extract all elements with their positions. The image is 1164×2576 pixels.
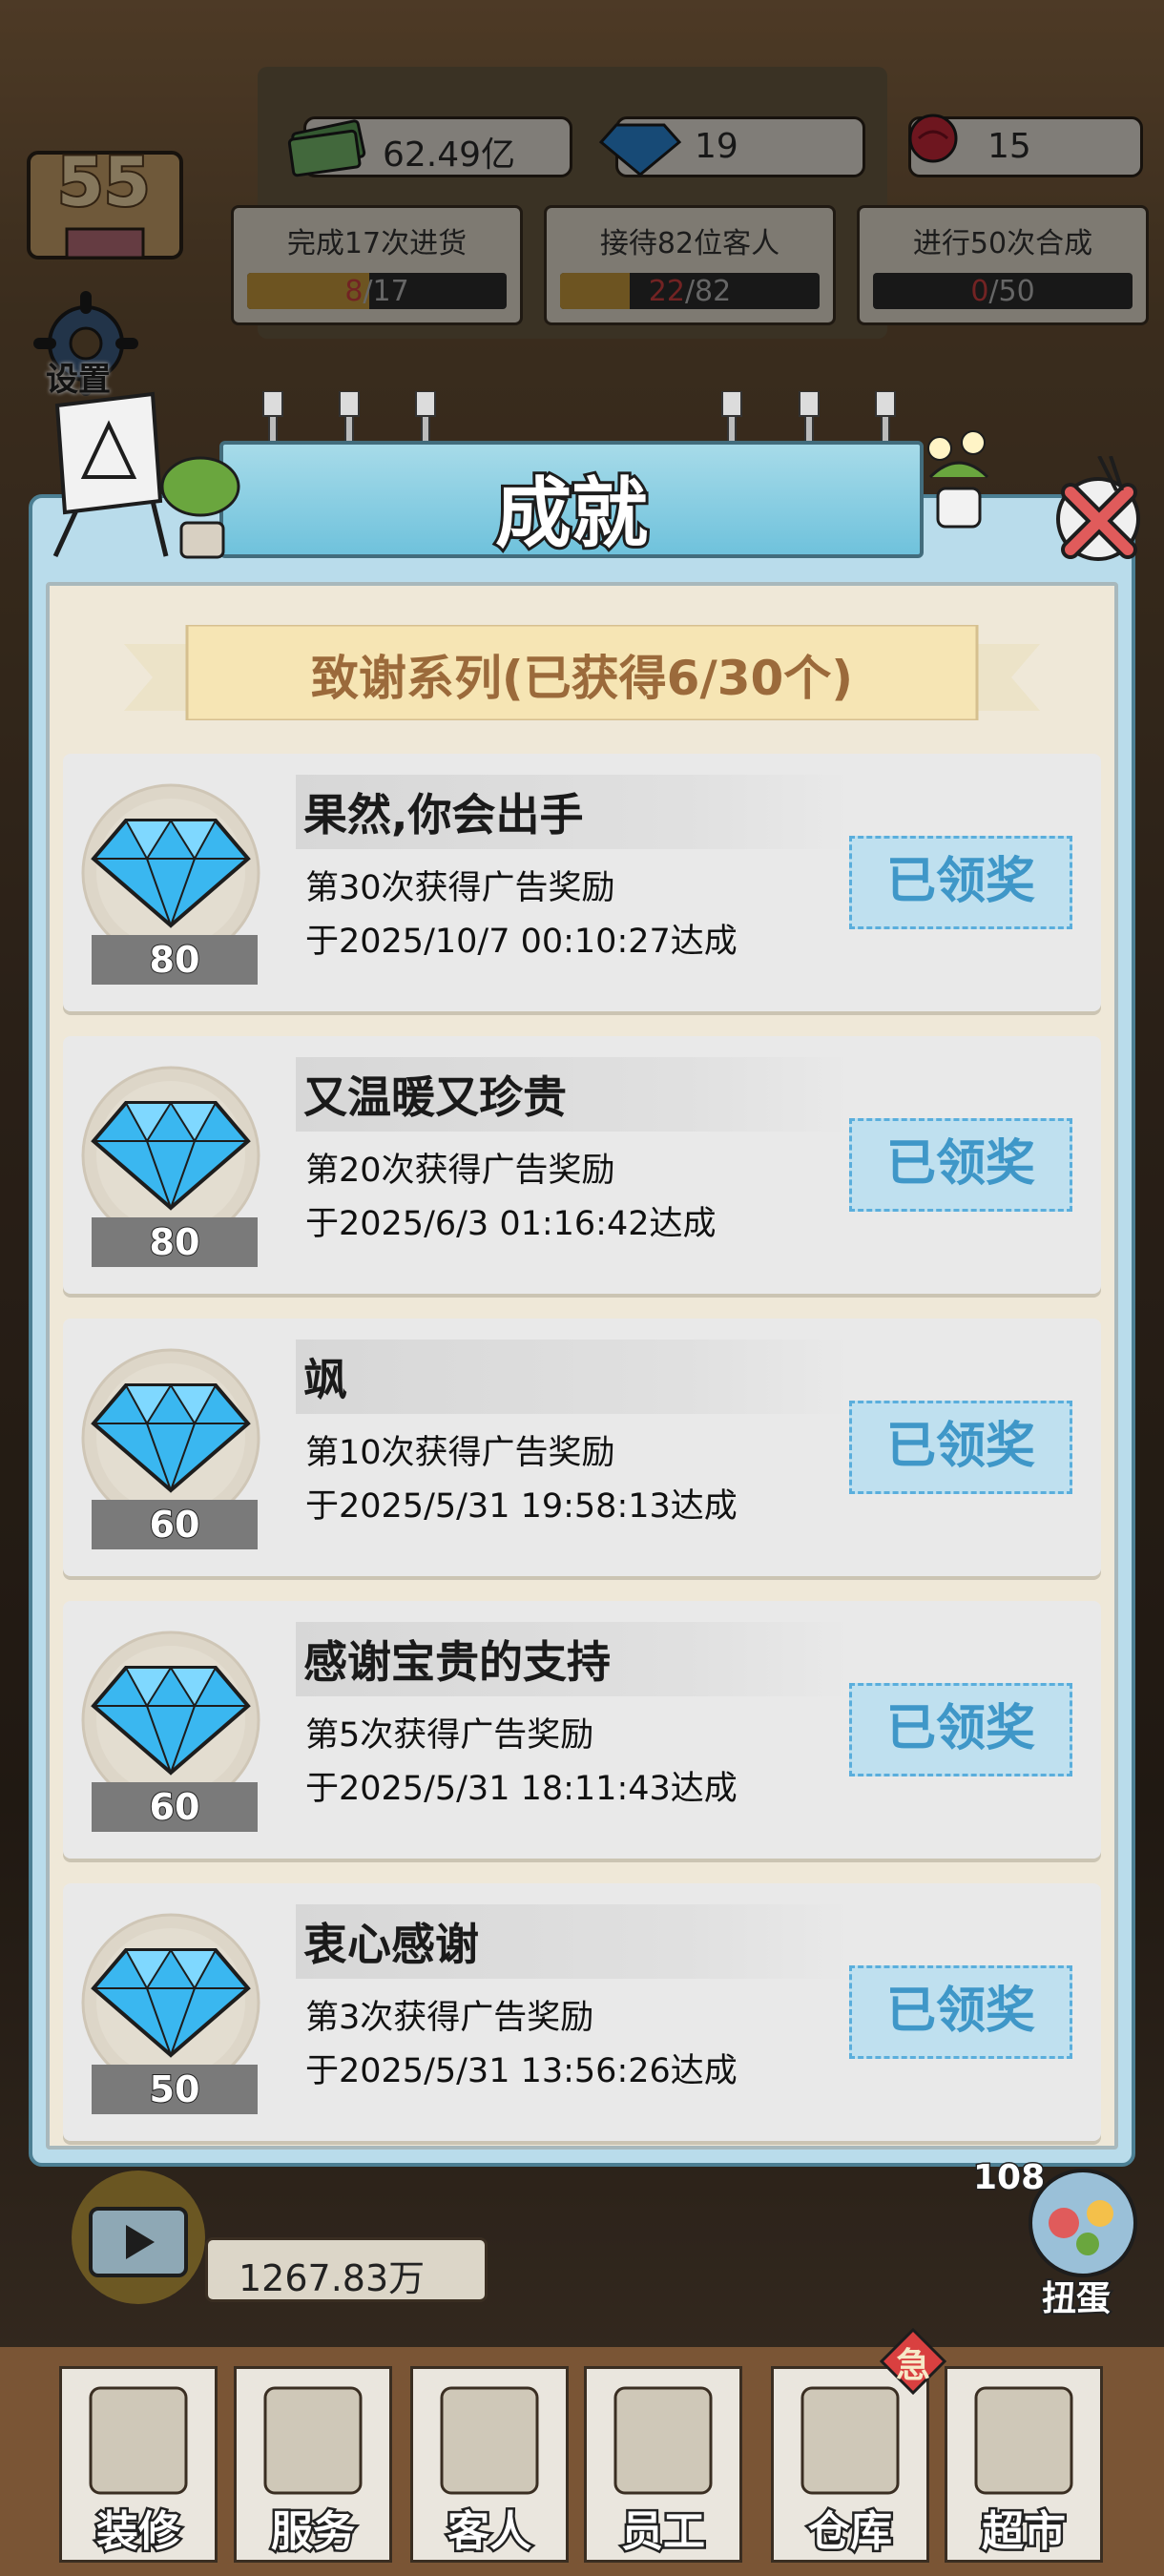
series-banner-text: 致谢系列(已获得6/30个) [310, 651, 854, 706]
staff-icon [613, 2386, 713, 2495]
nav-label: 装修 [94, 2505, 183, 2559]
nav-label: 客人 [446, 2505, 534, 2559]
supermarket-icon [974, 2386, 1073, 2495]
nav-item-decorate[interactable]: 装修 [59, 2366, 218, 2563]
video-reward[interactable]: 1267.83万 [205, 2237, 488, 2302]
achievement-date: 于2025/5/31 19:58:13达成 [305, 1487, 738, 1526]
nav-label: 员工 [619, 2505, 708, 2559]
plant-icon [160, 456, 240, 559]
achievement-desc: 第5次获得广告奖励 [305, 1716, 594, 1755]
achievement-desc: 第30次获得广告奖励 [305, 869, 615, 907]
urgent-badge: 急 [879, 2327, 947, 2396]
claimed-button[interactable]: 已领奖 [849, 836, 1072, 929]
achievement-date: 于2025/6/3 01:16:42达成 [305, 1205, 717, 1243]
reward-amount: 60 [92, 1782, 258, 1832]
nav-label: 超市 [980, 2505, 1069, 2559]
reward-amount: 80 [92, 935, 258, 985]
nav-item-warehouse[interactable]: 仓库 [771, 2366, 929, 2563]
achievement-card: 60 感谢宝贵的支持第5次获得广告奖励于2025/5/31 18:11:43达成 已… [63, 1601, 1101, 1859]
video-ad-icon[interactable] [67, 2166, 210, 2309]
close-icon[interactable] [1042, 456, 1154, 569]
achievement-date: 于2025/5/31 13:56:26达成 [305, 2052, 738, 2090]
achievement-card: 60 飒第10次获得广告奖励于2025/5/31 19:58:13达成 已领奖 [63, 1319, 1101, 1576]
achievement-name: 又温暖又珍贵 [303, 1071, 567, 1123]
title-plate: 成就 [219, 441, 924, 561]
achievement-card: 80 果然,你会出手第30次获得广告奖励于2025/10/7 00:10:27达成… [63, 754, 1101, 1011]
series-banner: 致谢系列(已获得6/30个) [124, 625, 1040, 720]
urgent-text: 急 [895, 2346, 930, 2385]
video-reward-value: 1267.83万 [239, 2257, 426, 2299]
nav-item-staff[interactable]: 员工 [584, 2366, 742, 2563]
flower-pot-icon [927, 430, 989, 529]
achievement-name-bg [296, 1340, 849, 1414]
achievement-name: 飒 [303, 1354, 347, 1405]
gacha-label[interactable]: 扭蛋 [1040, 2271, 1112, 2320]
achievement-name: 感谢宝贵的支持 [303, 1636, 611, 1688]
decorate-icon [89, 2386, 188, 2495]
claimed-button[interactable]: 已领奖 [849, 1401, 1072, 1494]
service-icon [263, 2386, 363, 2495]
modal-title: 成就 [492, 467, 651, 561]
claimed-button[interactable]: 已领奖 [849, 1965, 1072, 2059]
achievement-date: 于2025/10/7 00:10:27达成 [305, 923, 738, 961]
customers-icon [440, 2386, 539, 2495]
reward-amount: 50 [92, 2065, 258, 2114]
achievement-desc: 第20次获得广告奖励 [305, 1152, 615, 1190]
achievement-name: 果然,你会出手 [303, 789, 584, 841]
nav-item-service[interactable]: 服务 [234, 2366, 392, 2563]
achievement-desc: 第3次获得广告奖励 [305, 1999, 594, 2037]
nav-label: 服务 [269, 2505, 358, 2559]
achievement-desc: 第10次获得广告奖励 [305, 1434, 615, 1472]
claimed-button[interactable]: 已领奖 [849, 1118, 1072, 1212]
reward-amount: 80 [92, 1217, 258, 1267]
nav-item-supermarket[interactable]: 超市 [945, 2366, 1103, 2563]
reward-amount: 60 [92, 1500, 258, 1549]
claimed-button[interactable]: 已领奖 [849, 1683, 1072, 1776]
achievement-date: 于2025/5/31 18:11:43达成 [305, 1770, 738, 1808]
nav-label: 仓库 [806, 2505, 895, 2559]
achievement-name: 衷心感谢 [303, 1919, 479, 1970]
achievement-card: 50 衷心感谢第3次获得广告奖励于2025/5/31 13:56:26达成 已领奖 [63, 1883, 1101, 2141]
nav-item-customers[interactable]: 客人 [410, 2366, 569, 2563]
achievement-card: 80 又温暖又珍贵第20次获得广告奖励于2025/6/3 01:16:42达成 已领… [63, 1036, 1101, 1294]
